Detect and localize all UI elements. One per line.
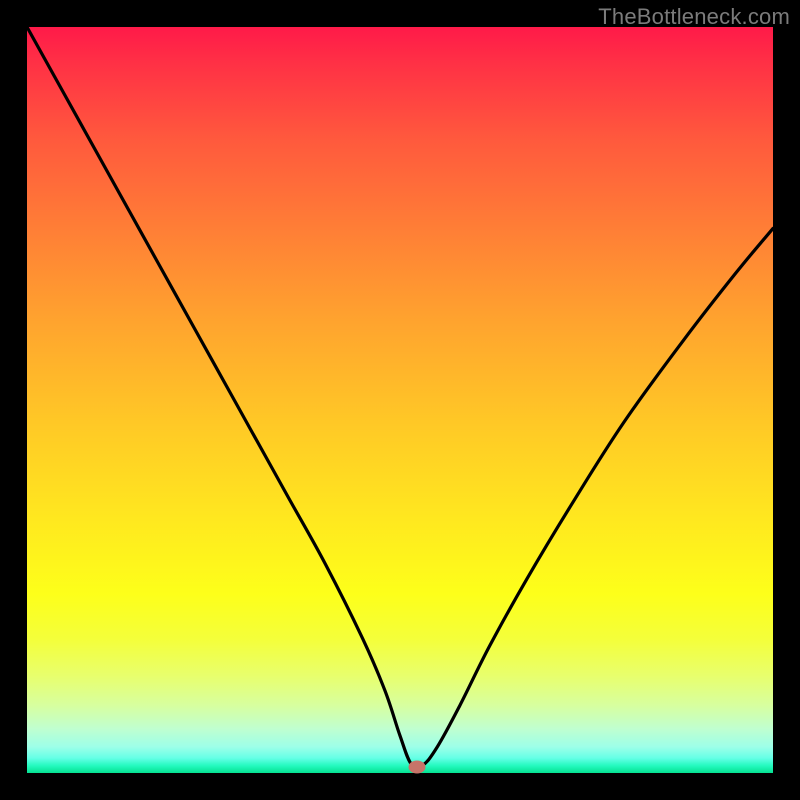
watermark-text: TheBottleneck.com: [598, 4, 790, 30]
plot-area: [27, 27, 773, 773]
chart-frame: TheBottleneck.com: [0, 0, 800, 800]
bottleneck-curve: [27, 27, 773, 773]
curve-path: [27, 27, 773, 768]
optimum-marker: [409, 761, 426, 774]
